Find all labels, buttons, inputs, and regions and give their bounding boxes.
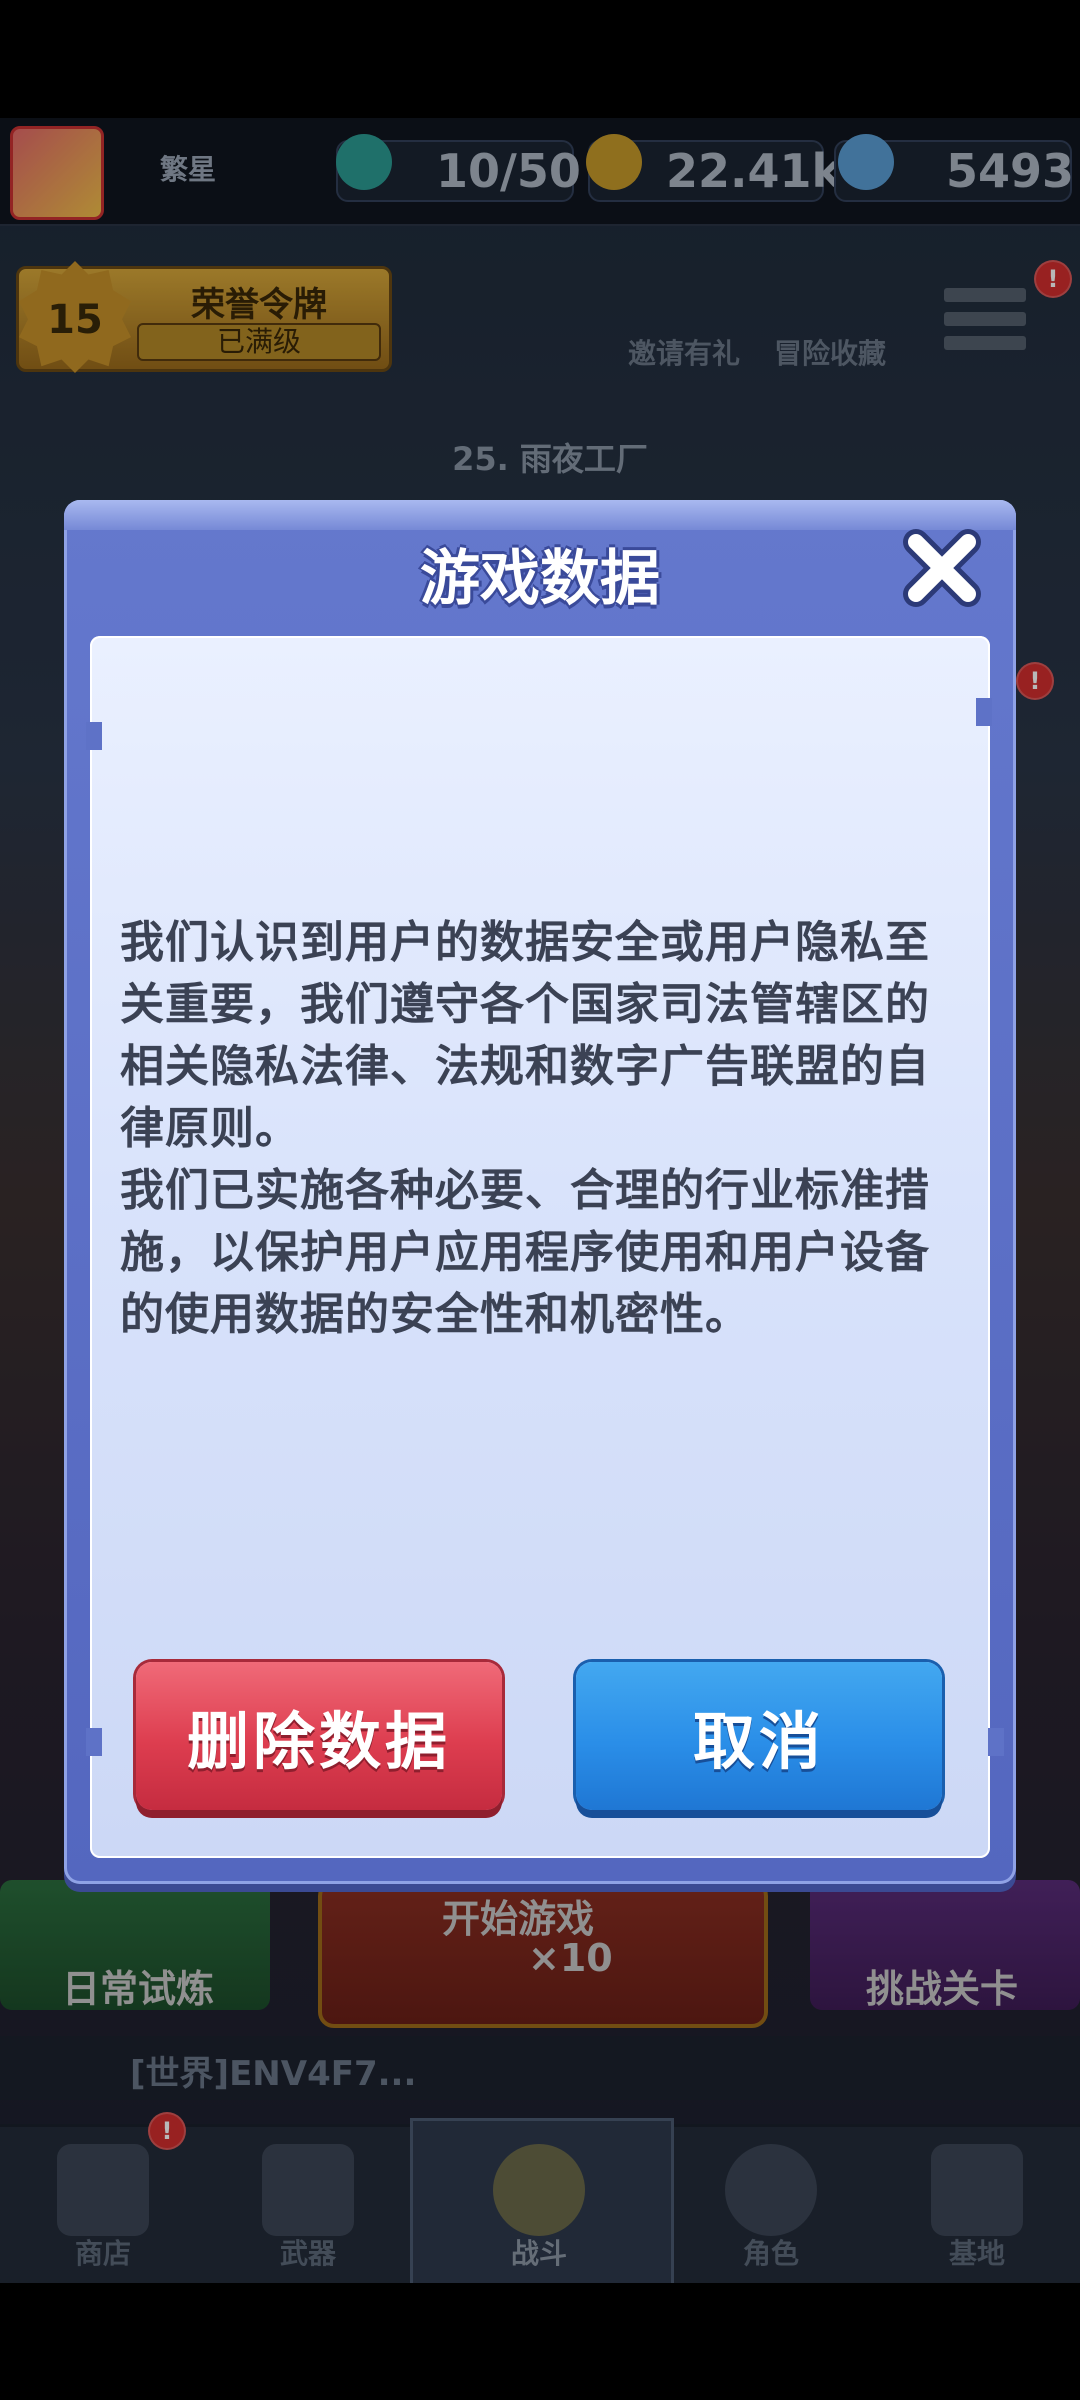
dialog-header-edge	[64, 500, 1016, 530]
cancel-button[interactable]: 取消	[576, 1662, 942, 1810]
panel-notch-left	[86, 722, 102, 750]
privacy-paragraph-2: 我们已实施各种必要、合理的行业标准措施，以保护用户应用程序使用和用户设备的使用数…	[120, 1165, 930, 1340]
panel-notch-left-bottom	[86, 1728, 102, 1756]
panel-notch-right	[976, 698, 992, 726]
privacy-notice-text: 我们认识到用户的数据安全或用户隐私至关重要，我们遵守各个国家司法管辖区的相关隐私…	[120, 912, 962, 1346]
panel-notch-right-bottom	[988, 1728, 1004, 1756]
dialog-title: 游戏数据	[420, 544, 660, 614]
close-button[interactable]	[900, 526, 984, 610]
delete-data-button[interactable]: 删除数据	[136, 1662, 502, 1810]
close-icon	[903, 529, 981, 607]
privacy-paragraph-1: 我们认识到用户的数据安全或用户隐私至关重要，我们遵守各个国家司法管辖区的相关隐私…	[120, 917, 930, 1154]
